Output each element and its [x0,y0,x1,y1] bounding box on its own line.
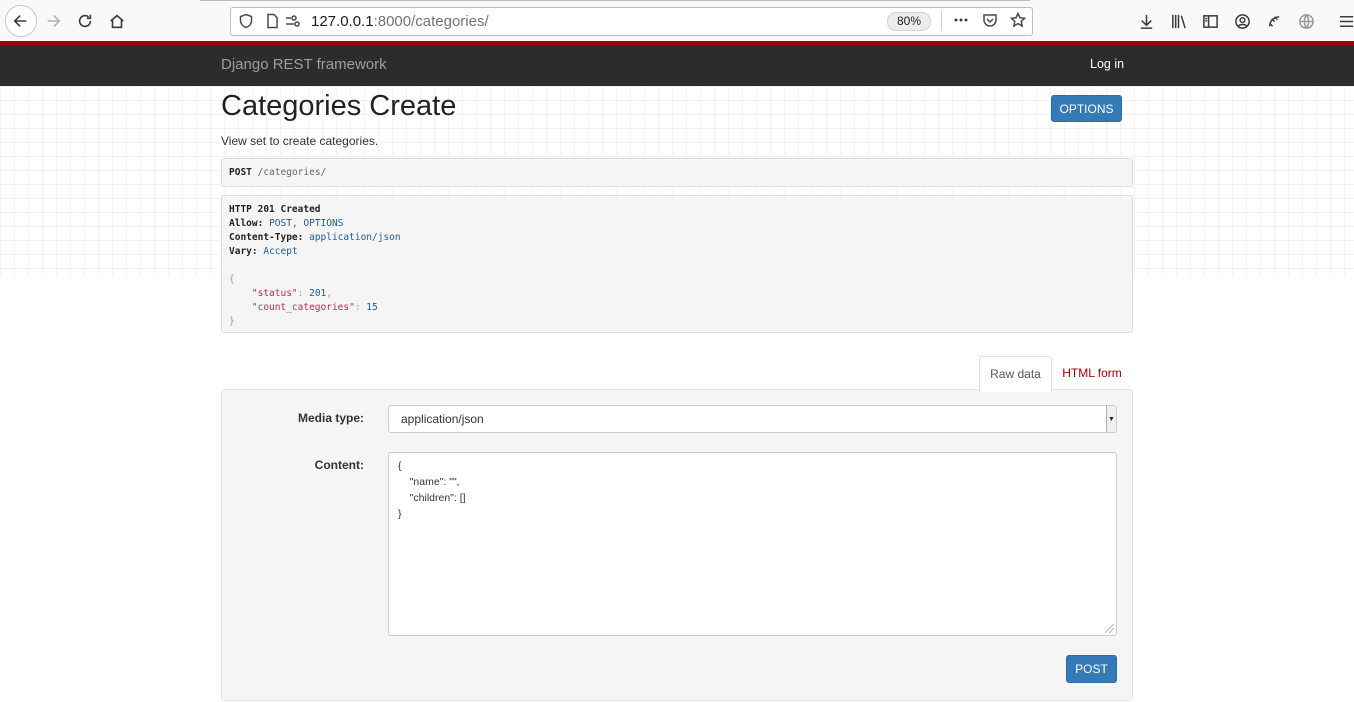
login-link[interactable]: Log in [1090,57,1124,71]
content-label: Content: [314,458,364,472]
tab-raw-data[interactable]: Raw data [979,356,1052,392]
url-text[interactable]: 127.0.0.1:8000/categories/ [311,13,489,30]
url-host: 127.0.0.1 [311,13,374,30]
browser-toolbar: 127.0.0.1:8000/categories/ 80% [0,0,1354,42]
content-value: { "name": "", "children": [] } [398,460,466,520]
media-type-select[interactable]: application/json ▼ [388,405,1117,433]
resize-grip-icon[interactable] [1105,624,1114,633]
header-key: Content-Type: [229,232,304,243]
request-info: POST /categories/ [221,158,1133,187]
bookmark-star-icon[interactable] [1009,11,1027,28]
tab-strip-edge [200,0,1030,1]
media-type-label: Media type: [297,411,364,425]
header-key: Allow: [229,218,264,229]
header-key: Vary: [229,246,258,257]
content-textarea[interactable]: { "name": "", "children": [] } [388,452,1117,636]
back-button[interactable] [5,5,37,37]
json-value: 201 [309,288,327,299]
url-bar[interactable]: 127.0.0.1:8000/categories/ 80% [230,7,1033,36]
raw-data-form: Media type: application/json ▼ Content: … [221,389,1133,701]
zoom-badge[interactable]: 80% [887,12,931,31]
home-button[interactable] [105,9,129,33]
json-value: 15 [366,302,378,313]
url-separator [941,11,942,31]
json-key: "count_categories" [251,302,355,313]
globe-icon[interactable] [1296,11,1316,31]
page-icon[interactable] [264,13,280,29]
account-icon[interactable] [1232,11,1252,31]
media-type-value: application/json [401,412,484,426]
extension-icon[interactable] [1264,11,1284,31]
navbar-brand[interactable]: Django REST framework [221,56,387,73]
tab-html-form[interactable]: HTML form [1055,356,1129,390]
pocket-icon[interactable] [982,12,998,28]
post-button[interactable]: POST [1066,655,1117,683]
more-actions-icon[interactable] [953,12,969,28]
dropdown-arrow-icon[interactable]: ▼ [1106,406,1116,432]
response-info: HTTP 201 Created Allow: POST, OPTIONS Co… [221,195,1133,333]
navbar: Django REST framework Log in [0,45,1354,86]
request-path: /categories/ [257,167,327,178]
request-method: POST [229,167,252,178]
json-close-brace: } [229,316,235,327]
downloads-icon[interactable] [1136,11,1156,31]
page-description: View set to create categories. [221,134,379,148]
library-icon[interactable] [1168,11,1188,31]
header-value: application/json [309,232,401,243]
header-value: POST, OPTIONS [269,218,344,229]
arrow-right-icon [47,15,61,27]
header-value: Accept [263,246,298,257]
menu-icon[interactable] [1336,11,1354,31]
shield-icon[interactable] [238,13,254,29]
url-path: :8000/categories/ [373,13,489,30]
forward-button[interactable] [41,9,65,33]
json-open-brace: { [229,274,235,285]
page-title: Categories Create [221,90,457,122]
reload-icon [78,14,92,28]
home-icon [110,14,124,29]
options-button[interactable]: OPTIONS [1051,95,1122,122]
json-key: "status" [251,288,298,299]
permissions-icon[interactable] [284,13,300,29]
arrow-left-icon [13,15,27,27]
reload-button[interactable] [73,9,97,33]
sidebar-icon[interactable] [1200,11,1220,31]
response-status: HTTP 201 Created [229,204,321,215]
